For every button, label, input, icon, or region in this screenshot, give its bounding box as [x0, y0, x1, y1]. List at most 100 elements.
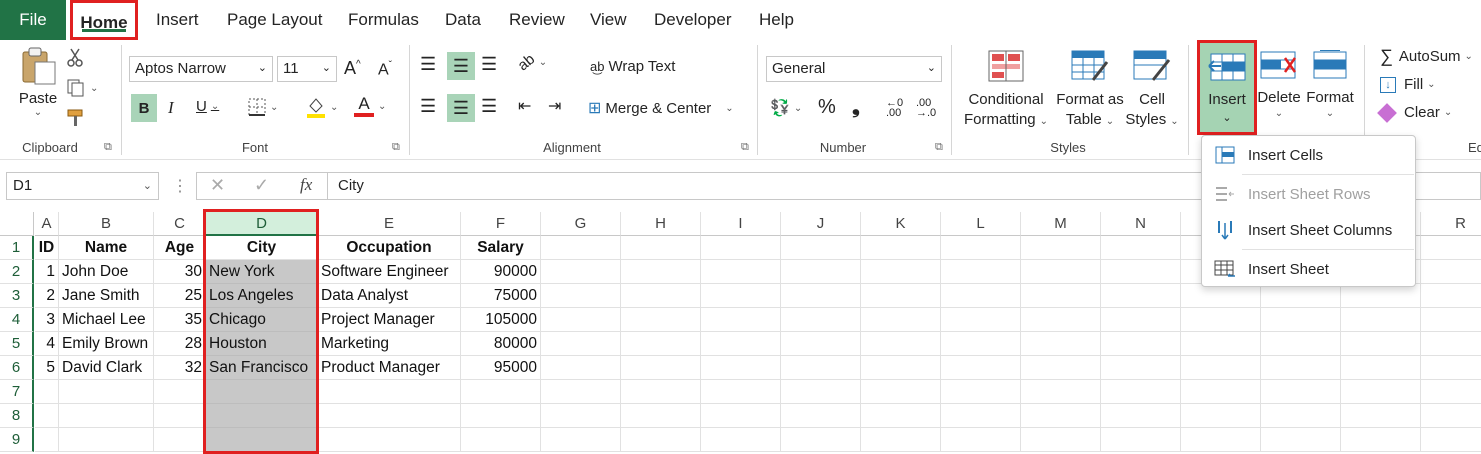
bottom-align-button[interactable]: ☰ — [481, 54, 497, 75]
cell-c7[interactable] — [154, 380, 206, 404]
cell-a1[interactable]: ID — [35, 236, 59, 260]
cell-a3[interactable]: 2 — [35, 284, 59, 308]
cell-k6[interactable] — [861, 356, 941, 380]
cell-o8[interactable] — [1181, 404, 1261, 428]
row-header-4[interactable]: 4 — [0, 308, 34, 332]
cell-o4[interactable] — [1181, 308, 1261, 332]
cell-l4[interactable] — [941, 308, 1021, 332]
column-header-a[interactable]: A — [35, 212, 59, 236]
cell-i8[interactable] — [701, 404, 781, 428]
cell-l3[interactable] — [941, 284, 1021, 308]
cell-a7[interactable] — [35, 380, 59, 404]
middle-align-button[interactable]: ☰ — [447, 52, 475, 80]
cell-o7[interactable] — [1181, 380, 1261, 404]
font-size-select[interactable]: 11 ⌄ — [277, 56, 337, 82]
format-as-table-button[interactable]: Format as Table ⌄ — [1052, 50, 1128, 132]
cell-e1[interactable]: Occupation — [318, 236, 461, 260]
cell-r4[interactable] — [1421, 308, 1481, 332]
cell-g1[interactable] — [541, 236, 621, 260]
font-launcher-icon[interactable]: ⧉ — [392, 141, 400, 154]
cell-p5[interactable] — [1261, 332, 1341, 356]
cell-h3[interactable] — [621, 284, 701, 308]
cell-i9[interactable] — [701, 428, 781, 452]
copy-button[interactable]: ⌄ — [66, 78, 98, 98]
cell-h5[interactable] — [621, 332, 701, 356]
cell-k7[interactable] — [861, 380, 941, 404]
cell-n9[interactable] — [1101, 428, 1181, 452]
enter-icon[interactable]: ✓ — [254, 175, 269, 196]
select-all-corner[interactable] — [0, 212, 34, 236]
cell-r7[interactable] — [1421, 380, 1481, 404]
clear-button[interactable]: Clear ⌄ — [1377, 102, 1452, 123]
decrease-indent-button[interactable]: ⇤ — [518, 96, 531, 116]
insert-function-icon[interactable]: fx — [300, 175, 312, 195]
cell-r9[interactable] — [1421, 428, 1481, 452]
cell-j7[interactable] — [781, 380, 861, 404]
cell-j8[interactable] — [781, 404, 861, 428]
cell-r8[interactable] — [1421, 404, 1481, 428]
cut-button[interactable] — [66, 48, 84, 68]
cell-f8[interactable] — [461, 404, 541, 428]
cell-q6[interactable] — [1341, 356, 1421, 380]
cell-d1[interactable]: City — [206, 236, 318, 260]
cell-o3[interactable] — [1181, 284, 1261, 308]
underline-button[interactable]: U ⌄ — [196, 98, 219, 115]
cell-f6[interactable]: 95000 — [461, 356, 541, 380]
number-format-select[interactable]: General ⌄ — [766, 56, 942, 82]
cell-f2[interactable]: 90000 — [461, 260, 541, 284]
cell-a4[interactable]: 3 — [35, 308, 59, 332]
cell-c4[interactable]: 35 — [154, 308, 206, 332]
cell-m2[interactable] — [1021, 260, 1101, 284]
cell-r2[interactable] — [1421, 260, 1481, 284]
column-header-f[interactable]: F — [461, 212, 541, 236]
merge-center-button[interactable]: ⊞ Merge & Center ⌄ — [588, 98, 734, 118]
cell-h2[interactable] — [621, 260, 701, 284]
cell-c3[interactable]: 25 — [154, 284, 206, 308]
cell-b8[interactable] — [59, 404, 154, 428]
cell-i7[interactable] — [701, 380, 781, 404]
increase-font-size-button[interactable]: A^ — [344, 58, 361, 79]
cell-f1[interactable]: Salary — [461, 236, 541, 260]
tab-home[interactable]: Home — [70, 0, 138, 40]
cell-g7[interactable] — [541, 380, 621, 404]
cell-d8[interactable] — [206, 404, 318, 428]
cell-i4[interactable] — [701, 308, 781, 332]
cell-r5[interactable] — [1421, 332, 1481, 356]
cell-b7[interactable] — [59, 380, 154, 404]
tab-data[interactable]: Data — [433, 0, 493, 40]
column-header-e[interactable]: E — [318, 212, 461, 236]
cell-l9[interactable] — [941, 428, 1021, 452]
cell-n4[interactable] — [1101, 308, 1181, 332]
tab-developer[interactable]: Developer — [642, 0, 744, 40]
cell-e6[interactable]: Product Manager — [318, 356, 461, 380]
cell-h4[interactable] — [621, 308, 701, 332]
formula-input[interactable]: City — [338, 172, 364, 200]
cell-r1[interactable] — [1421, 236, 1481, 260]
cancel-icon[interactable]: ✕ — [210, 175, 225, 196]
cell-d6[interactable]: San Francisco — [206, 356, 318, 380]
tab-help[interactable]: Help — [747, 0, 806, 40]
cell-k1[interactable] — [861, 236, 941, 260]
cell-p4[interactable] — [1261, 308, 1341, 332]
cell-g3[interactable] — [541, 284, 621, 308]
cell-p3[interactable] — [1261, 284, 1341, 308]
column-header-l[interactable]: L — [941, 212, 1021, 236]
cell-d4[interactable]: Chicago — [206, 308, 318, 332]
cell-q7[interactable] — [1341, 380, 1421, 404]
cell-b6[interactable]: David Clark — [59, 356, 154, 380]
tab-insert[interactable]: Insert — [144, 0, 211, 40]
cell-j3[interactable] — [781, 284, 861, 308]
percent-button[interactable]: % — [818, 96, 836, 119]
cell-g4[interactable] — [541, 308, 621, 332]
cell-m8[interactable] — [1021, 404, 1101, 428]
cell-q8[interactable] — [1341, 404, 1421, 428]
cell-b9[interactable] — [59, 428, 154, 452]
cell-g2[interactable] — [541, 260, 621, 284]
cell-l7[interactable] — [941, 380, 1021, 404]
increase-indent-button[interactable]: ⇥ — [548, 96, 561, 116]
cell-p7[interactable] — [1261, 380, 1341, 404]
cell-j4[interactable] — [781, 308, 861, 332]
column-header-g[interactable]: G — [541, 212, 621, 236]
decrease-decimal-button[interactable]: .00 →.0 — [916, 98, 936, 119]
cell-e4[interactable]: Project Manager — [318, 308, 461, 332]
